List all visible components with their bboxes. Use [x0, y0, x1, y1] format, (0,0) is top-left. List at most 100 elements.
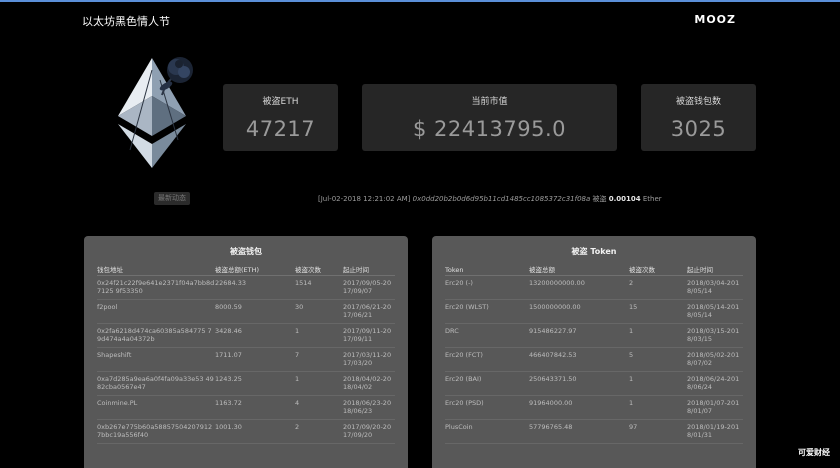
table-cell: 30 — [295, 299, 343, 324]
column-header: 被盗次数 — [629, 263, 687, 276]
wallets-table: 钱包地址 被盗总额(ETH) 被盗次数 起止时间 0x24f21c22f9e641e2… — [97, 263, 395, 444]
table-cell: 13200000000.00 — [529, 275, 629, 300]
table-cell: 2018/01/19-2018/01/31 — [687, 419, 743, 444]
token-row[interactable]: Erc20 (-) 13200000000.00 2 2018/03/04-2018/… — [445, 275, 743, 300]
column-header: 起止时间 — [687, 263, 743, 276]
tokens-table: Token 被盗总额 被盗次数 起止时间 Erc20 (-) 13200000000.0… — [445, 263, 743, 444]
table-cell: 2017/03/11-2017/03/20 — [343, 347, 395, 372]
table-cell: 1163.72 — [215, 395, 295, 420]
wallet-count-value: 3025 — [670, 117, 727, 141]
market-value-value: $ 22413795.0 — [413, 117, 566, 141]
table-cell: 2018/01/07-2018/01/07 — [687, 395, 743, 420]
site-title[interactable]: 以太坊黑色情人节 — [82, 13, 170, 29]
table-cell: 466407842.53 — [529, 347, 629, 372]
table-cell[interactable]: Erc20 (FCT) — [445, 347, 529, 372]
token-row[interactable]: Erc20 (FCT) 466407842.53 5 2018/05/02-2018/… — [445, 347, 743, 372]
table-cell[interactable]: DRC — [445, 323, 529, 348]
latest-news-button[interactable]: 最新动态 — [154, 192, 190, 205]
table-cell[interactable]: Shapeshift — [97, 347, 215, 372]
table-cell: 1 — [629, 323, 687, 348]
table-cell[interactable]: 0xa7d285a9ea6a0f4fa09a33e53 4982cba0567e… — [97, 371, 215, 396]
brand-logo[interactable]: MOOZ — [694, 13, 736, 26]
tokens-panel-title: 被盗 Token — [571, 247, 617, 256]
wallet-row[interactable]: 0x2fa6218d474ca60385a584775 79d474a4a043… — [97, 323, 395, 348]
table-cell[interactable]: Erc20 (-) — [445, 275, 529, 300]
ticker-hash[interactable]: 0x0dd20b2b0d6d95b11cd1485cc1085372c31f08… — [413, 195, 591, 203]
wallet-row[interactable]: 0xb267e775b60a58857504207912 7bbc19a556f… — [97, 419, 395, 444]
table-cell[interactable]: PlusCoin — [445, 419, 529, 444]
ticker-time: [Jul-02-2018 12:21:02 AM] — [318, 195, 411, 203]
wallet-row[interactable]: Coinmine.PL 1163.72 4 2018/06/23-2018/06/23 — [97, 395, 395, 420]
table-cell: 1 — [629, 395, 687, 420]
table-cell[interactable]: Erc20 (BAI) — [445, 371, 529, 396]
column-header: 起止时间 — [343, 263, 395, 276]
table-cell: 97 — [629, 419, 687, 444]
ethereum-rose-logo — [118, 57, 193, 168]
table-cell: 5 — [629, 347, 687, 372]
table-cell: 2018/04/02-2018/04/02 — [343, 371, 395, 396]
watermark: 可爱财经 — [798, 448, 830, 457]
table-cell: 8000.59 — [215, 299, 295, 324]
table-cell: 1 — [629, 371, 687, 396]
token-row[interactable]: PlusCoin 57796765.48 97 2018/01/19-2018/01/… — [445, 419, 743, 444]
table-cell: 2 — [295, 419, 343, 444]
table-cell: 1711.07 — [215, 347, 295, 372]
stolen-tokens-panel: 被盗 Token Token 被盗总额 被盗次数 起止时间 Erc20 (-) 1320… — [432, 236, 756, 468]
column-header: 被盗次数 — [295, 263, 343, 276]
table-cell: 1001.30 — [215, 419, 295, 444]
stolen-wallets-panel: 被盗钱包 钱包地址 被盗总额(ETH) 被盗次数 起止时间 0x24f21c22f9e… — [84, 236, 408, 468]
wallet-row[interactable]: Shapeshift 1711.07 7 2017/03/11-2017/03/20 — [97, 347, 395, 372]
column-header: 被盗总额(ETH) — [215, 263, 295, 276]
table-cell[interactable]: Erc20 (WLST) — [445, 299, 529, 324]
table-cell: 7 — [295, 347, 343, 372]
wallet-count-label: 被盗钱包数 — [675, 97, 721, 107]
table-cell[interactable]: Coinmine.PL — [97, 395, 215, 420]
token-row[interactable]: Erc20 (WLST) 1500000000.00 15 2018/05/14-20… — [445, 299, 743, 324]
top-accent-line — [0, 0, 840, 2]
table-cell: 4 — [295, 395, 343, 420]
table-cell: 2018/06/24-2018/06/24 — [687, 371, 743, 396]
token-row[interactable]: DRC 915486227.97 1 2018/03/15-2018/03/15 — [445, 323, 743, 348]
wallet-row[interactable]: 0xa7d285a9ea6a0f4fa09a33e53 4982cba0567e… — [97, 371, 395, 396]
table-cell[interactable]: Erc20 (PSD) — [445, 395, 529, 420]
table-cell: 1 — [295, 323, 343, 348]
table-cell: 15 — [629, 299, 687, 324]
table-cell[interactable]: f2pool — [97, 299, 215, 324]
token-row[interactable]: Erc20 (PSD) 91964000.00 1 2018/01/07-2018/0… — [445, 395, 743, 420]
market-value-card: 当前市值 $ 22413795.0 — [362, 84, 617, 151]
table-cell: 91964000.00 — [529, 395, 629, 420]
table-cell: 2017/09/20-2017/09/20 — [343, 419, 395, 444]
table-cell: 2017/06/21-2017/06/21 — [343, 299, 395, 324]
ticker-unit: Ether — [642, 195, 662, 203]
column-header: Token — [445, 263, 529, 276]
ticker-amount: 0.00104 — [608, 195, 641, 203]
table-cell: 22684.33 — [215, 275, 295, 300]
stolen-eth-card: 被盗ETH 47217 — [223, 84, 338, 151]
table-cell: 1 — [295, 371, 343, 396]
ticker-label: 被盗 — [592, 195, 607, 203]
table-cell: 57796765.48 — [529, 419, 629, 444]
wallets-panel-title: 被盗钱包 — [230, 247, 262, 256]
table-cell[interactable]: 0x2fa6218d474ca60385a584775 79d474a4a043… — [97, 323, 215, 348]
table-cell: 1500000000.00 — [529, 299, 629, 324]
token-row[interactable]: Erc20 (BAI) 250643371.50 1 2018/06/24-2018/… — [445, 371, 743, 396]
table-cell: 2018/03/15-2018/03/15 — [687, 323, 743, 348]
table-cell[interactable]: 0xb267e775b60a58857504207912 7bbc19a556f… — [97, 419, 215, 444]
wallet-count-card: 被盗钱包数 3025 — [641, 84, 756, 151]
table-cell: 2 — [629, 275, 687, 300]
table-cell[interactable]: 0x24f21c22f9e641e2371f04a7bb8d7125 9f533… — [97, 275, 215, 300]
table-cell: 2017/09/05-2017/09/07 — [343, 275, 395, 300]
theft-ticker: [Jul-02-2018 12:21:02 AM] 0x0dd20b2b0d6d… — [318, 194, 662, 204]
table-cell: 1514 — [295, 275, 343, 300]
column-header: 被盗总额 — [529, 263, 629, 276]
wallet-row[interactable]: f2pool 8000.59 30 2017/06/21-2017/06/21 — [97, 299, 395, 324]
table-cell: 2018/05/14-2018/05/14 — [687, 299, 743, 324]
table-cell: 3428.46 — [215, 323, 295, 348]
table-cell: 2017/09/11-2017/09/11 — [343, 323, 395, 348]
column-header: 钱包地址 — [97, 263, 215, 276]
wallet-row[interactable]: 0x24f21c22f9e641e2371f04a7bb8d7125 9f533… — [97, 275, 395, 300]
table-cell: 915486227.97 — [529, 323, 629, 348]
stolen-eth-value: 47217 — [245, 117, 316, 141]
table-cell: 2018/06/23-2018/06/23 — [343, 395, 395, 420]
table-cell: 250643371.50 — [529, 371, 629, 396]
